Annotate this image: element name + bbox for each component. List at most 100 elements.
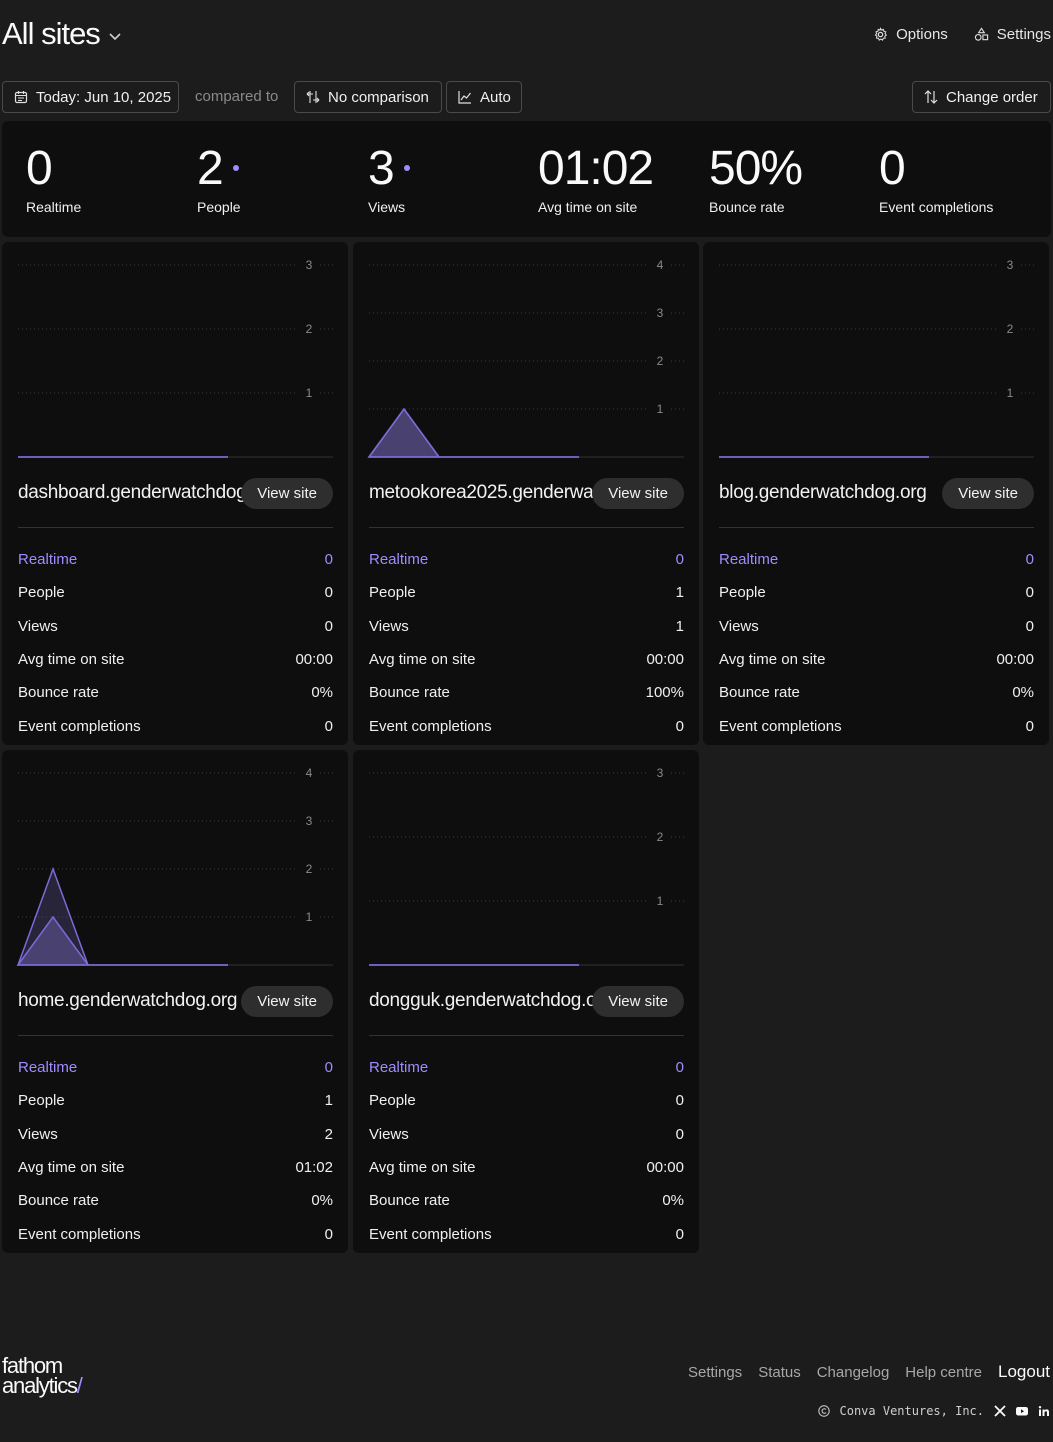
metric-label: Bounce rate [369, 684, 450, 702]
chart-y-tick-label: 1 [657, 894, 664, 908]
site-card[interactable]: 1 2 3 blog.genderwatchdog.org View site Realt… [703, 242, 1049, 745]
view-site-button[interactable]: View site [241, 478, 333, 509]
footer-link-settings[interactable]: Settings [688, 1364, 742, 1381]
metric-value: 0% [311, 684, 333, 702]
metric-row-views: Views 2 [18, 1118, 333, 1151]
metric-label: Realtime [18, 551, 78, 569]
change-order-button[interactable]: Change order [912, 81, 1051, 113]
site-card[interactable]: 1234metookorea2025.genderwatchdog.orgVie… [353, 242, 699, 745]
logo-line-2: analytics [2, 1373, 78, 1398]
metric-row-people: People 1 [18, 1084, 333, 1117]
gear-icon [874, 27, 888, 41]
interval-label: Auto [480, 88, 511, 106]
metric-label: Event completions [369, 1225, 492, 1243]
metric-value: 0 [1025, 717, 1034, 735]
metric-value: 0 [675, 1092, 684, 1110]
metric-label: Realtime [18, 1059, 78, 1077]
options-button[interactable]: Options [873, 26, 948, 43]
fathom-logo[interactable]: fathom analytics/ [2, 1355, 83, 1398]
view-site-button[interactable]: View site [241, 986, 333, 1017]
metric-label: Bounce rate [369, 1192, 450, 1210]
metric-value: 1 [675, 617, 684, 635]
line-chart-icon [458, 91, 471, 104]
site-name[interactable]: blog.genderwatchdog.org [719, 482, 927, 504]
chart-y-tick-label: 3 [1007, 258, 1014, 272]
metric-value: 0 [675, 717, 684, 735]
site-card[interactable]: 1 2 3 dongguk.genderwatchdog.org View site Re… [353, 750, 699, 1253]
chart-y-tick-label: 3 [306, 814, 313, 828]
compared-to-text: compared to [195, 88, 279, 105]
metric-value: 0 [324, 617, 333, 635]
metric-row-avg-time: Avg time on site 00:00 [369, 643, 684, 676]
metric-value: 0 [324, 1225, 333, 1243]
comparison-button[interactable]: No comparison [294, 81, 442, 113]
metric-label: People [719, 584, 766, 602]
summary-stat-realtime[interactable]: 0 Realtime [26, 143, 81, 216]
metric-label: Bounce rate [719, 684, 800, 702]
site-name[interactable]: dashboard.genderwatchdog.org [18, 482, 248, 504]
view-site-button[interactable]: View site [592, 478, 684, 509]
metric-label: Views [369, 1125, 409, 1143]
metric-label: Event completions [18, 1225, 141, 1243]
compare-icon [306, 91, 320, 103]
interval-button[interactable]: Auto [446, 81, 522, 113]
x-icon[interactable] [994, 1405, 1006, 1417]
calendar-icon [14, 91, 28, 104]
site-chart: 1 2 3 4 [16, 766, 333, 966]
view-site-button[interactable]: View site [942, 478, 1034, 509]
toolbar: Today: Jun 10, 2025 compared to No compa… [2, 81, 1051, 113]
summary-stat-label: Bounce rate [709, 199, 785, 215]
metric-row-bounce-rate: Bounce rate 0% [369, 1184, 684, 1217]
date-range-button[interactable]: Today: Jun 10, 2025 [2, 81, 179, 113]
logo-slash: / [76, 1373, 83, 1398]
metric-label: People [18, 1092, 65, 1110]
metric-value: 0 [1025, 617, 1034, 635]
chart-y-tick-label: 1 [306, 386, 313, 400]
site-name[interactable]: home.genderwatchdog.org [18, 990, 237, 1012]
summary-stat-bounce-rate[interactable]: 50% Bounce rate [709, 143, 803, 216]
summary-stat-views[interactable]: 3 Views [368, 143, 410, 215]
summary-stat-avg-time-on-site[interactable]: 01:02 Avg time on site [538, 143, 654, 216]
metric-label: Bounce rate [18, 1192, 99, 1210]
metric-label: Views [18, 617, 58, 635]
summary-stat-value: 2 [197, 142, 224, 195]
metric-value: 0 [675, 1225, 684, 1243]
linkedin-icon[interactable] [1038, 1405, 1050, 1417]
view-site-button[interactable]: View site [592, 986, 684, 1017]
metric-label: Event completions [719, 717, 842, 735]
footer-link-help[interactable]: Help centre [905, 1364, 982, 1381]
metric-label: Realtime [369, 551, 429, 569]
youtube-icon[interactable] [1016, 1405, 1028, 1417]
metric-value: 0% [1012, 684, 1034, 702]
site-card[interactable]: 1 2 3 dashboard.genderwatchdog.orgView site… [2, 242, 348, 745]
copyright-text: Conva Ventures, Inc. [839, 1404, 985, 1418]
summary-stat-value: 0 [879, 142, 906, 195]
site-selector[interactable]: All sites [2, 16, 122, 52]
metric-label: Views [719, 617, 759, 635]
divider [369, 527, 684, 528]
footer-link-changelog[interactable]: Changelog [817, 1364, 890, 1381]
footer-link-status[interactable]: Status [758, 1364, 801, 1381]
metric-row-views: Views 0 [719, 610, 1034, 643]
logout-link[interactable]: Logout [998, 1362, 1050, 1382]
divider [18, 1035, 333, 1036]
metric-row-bounce-rate: Bounce rate 0% [18, 1184, 333, 1217]
divider [18, 527, 333, 528]
site-name[interactable]: dongguk.genderwatchdog.org [369, 990, 599, 1012]
live-dot-icon [232, 165, 239, 171]
summary-stat-people[interactable]: 2 People [197, 142, 241, 216]
settings-button[interactable]: Settings [974, 26, 1051, 43]
chart-y-tick-label: 3 [657, 306, 664, 320]
metric-label: Avg time on site [719, 651, 826, 669]
footer-links: Settings Status Changelog Help centre Lo… [688, 1362, 1050, 1382]
summary-stat-event-completions[interactable]: 0 Event completions [879, 142, 993, 216]
sort-arrows-icon [924, 90, 938, 104]
copyright-icon [817, 1405, 830, 1417]
change-order-label: Change order [946, 88, 1038, 106]
metric-value: 0 [1025, 551, 1034, 569]
site-name[interactable]: metookorea2025.genderwatchdog.org [369, 482, 599, 504]
metric-value: 0 [675, 551, 684, 569]
metric-value: 00:00 [996, 651, 1034, 669]
site-card[interactable]: 1 2 3 4 home.genderwatchdog.org View site Real… [2, 750, 348, 1253]
metric-value: 0 [324, 1059, 333, 1077]
